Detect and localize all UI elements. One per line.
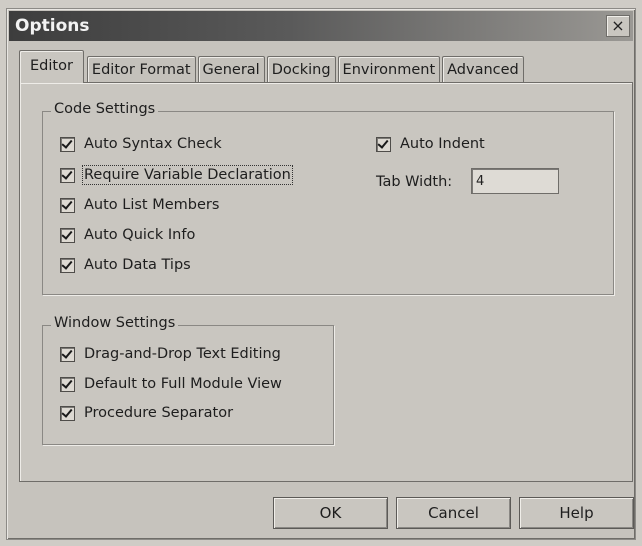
auto-indent-option[interactable]: Auto Indent [376,136,485,152]
tab-width-label: Tab Width: [376,174,453,190]
default-full-module-view-label: Default to Full Module View [84,376,282,392]
default-full-module-view-checkbox[interactable] [60,376,75,392]
close-icon: × [611,16,625,35]
title-bar[interactable]: Options × [9,11,633,41]
procedure-separator-option[interactable]: Procedure Separator [60,405,233,421]
tab-width-input[interactable] [471,168,559,194]
auto-list-members-option[interactable]: Auto List Members [60,197,219,213]
default-full-module-view-option[interactable]: Default to Full Module View [60,376,282,392]
tab-strip: Editor Editor Format General Docking Env… [19,49,526,83]
drag-and-drop-text-editing-label: Drag-and-Drop Text Editing [84,346,281,362]
tab-environment[interactable]: Environment [337,56,441,83]
window-settings-legend: Window Settings [51,315,179,331]
help-button[interactable]: Help [519,497,634,529]
auto-quick-info-label: Auto Quick Info [84,227,196,243]
auto-indent-checkbox[interactable] [376,136,391,152]
drag-and-drop-text-editing-option[interactable]: Drag-and-Drop Text Editing [60,346,281,362]
auto-data-tips-option[interactable]: Auto Data Tips [60,257,191,273]
procedure-separator-checkbox[interactable] [60,405,75,421]
cancel-button[interactable]: Cancel [396,497,511,529]
require-variable-declaration-label: Require Variable Declaration [82,165,293,185]
dialog-title: Options [15,16,90,36]
auto-syntax-check-option[interactable]: Auto Syntax Check [60,136,222,152]
code-settings-group: Code Settings Auto Syntax Check Require … [42,101,614,295]
ok-button[interactable]: OK [273,497,388,529]
auto-syntax-check-label: Auto Syntax Check [84,136,222,152]
close-button[interactable]: × [606,15,630,37]
auto-list-members-checkbox[interactable] [60,197,75,213]
require-variable-declaration-checkbox[interactable] [60,167,75,183]
auto-syntax-check-checkbox[interactable] [60,136,75,152]
auto-quick-info-checkbox[interactable] [60,227,75,243]
auto-data-tips-label: Auto Data Tips [84,257,191,273]
drag-and-drop-text-editing-checkbox[interactable] [60,346,75,362]
tab-editor-format[interactable]: Editor Format [86,56,196,83]
auto-quick-info-option[interactable]: Auto Quick Info [60,227,195,243]
require-variable-declaration-option[interactable]: Require Variable Declaration [60,165,293,185]
code-settings-legend: Code Settings [51,101,159,117]
options-dialog: Options × Editor Editor Format General D… [6,8,636,540]
auto-data-tips-checkbox[interactable] [60,257,75,273]
editor-tab-panel: Code Settings Auto Syntax Check Require … [19,82,633,482]
auto-list-members-label: Auto List Members [84,197,220,213]
tab-general[interactable]: General [197,56,265,83]
procedure-separator-label: Procedure Separator [84,405,234,421]
tab-editor[interactable]: Editor [19,50,84,83]
window-settings-group: Window Settings Drag-and-Drop Text Editi… [42,315,334,445]
auto-indent-label: Auto Indent [400,136,485,152]
tab-advanced[interactable]: Advanced [442,56,524,83]
tab-docking[interactable]: Docking [266,56,336,83]
